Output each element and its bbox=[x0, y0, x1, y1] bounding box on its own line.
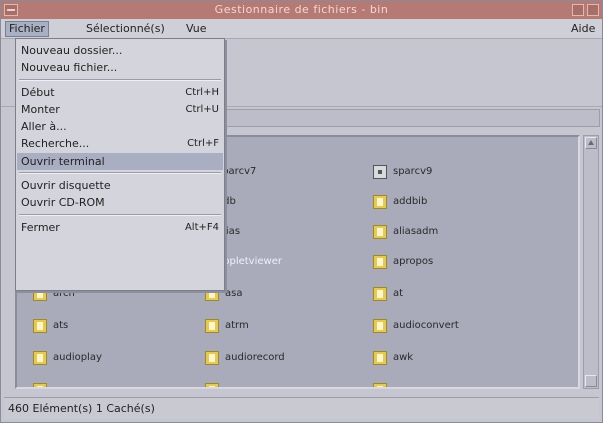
menu-item-search[interactable]: Recherche... Ctrl+F bbox=[17, 135, 223, 152]
file-name: audioconvert bbox=[393, 320, 459, 331]
file-name: appletviewer bbox=[217, 256, 282, 267]
menu-item-label: Recherche... bbox=[21, 137, 90, 150]
menu-item-label: Ouvrir CD-ROM bbox=[21, 196, 105, 209]
file-icon bbox=[205, 319, 219, 333]
menu-item-shortcut: Alt+F4 bbox=[184, 222, 219, 233]
menu-item-label: Fermer bbox=[21, 221, 60, 234]
file-icon bbox=[33, 351, 47, 365]
menu-item-label: Ouvrir terminal bbox=[21, 155, 105, 168]
file-name: aliasadm bbox=[393, 226, 439, 237]
file-icon bbox=[373, 351, 387, 365]
file-name: audiorecord bbox=[225, 352, 285, 363]
menu-item-label: Ouvrir disquette bbox=[21, 179, 111, 192]
menu-item-shortcut: Ctrl+F bbox=[187, 138, 219, 149]
maximize-icon[interactable] bbox=[587, 4, 599, 16]
menu-item-open-terminal[interactable]: Ouvrir terminal bbox=[17, 153, 223, 170]
scroll-down-icon[interactable] bbox=[585, 375, 597, 387]
menu-selected[interactable]: Sélectionné(s) bbox=[83, 21, 168, 37]
menu-bar: Fichier Sélectionné(s) Vue Aide bbox=[1, 19, 602, 39]
menu-item-open-cdrom[interactable]: Ouvrir CD-ROM bbox=[17, 194, 223, 211]
file-manager-window: Gestionnaire de fichiers - bin Fichier S… bbox=[0, 0, 603, 423]
file-icon bbox=[205, 383, 219, 387]
menu-separator bbox=[19, 214, 221, 216]
menu-item-label: Aller à... bbox=[21, 120, 67, 133]
file-name: sparcv9 bbox=[393, 166, 433, 177]
menu-item-open-floppy[interactable]: Ouvrir disquette bbox=[17, 177, 223, 194]
menu-item-new-folder[interactable]: Nouveau dossier... bbox=[17, 42, 223, 59]
file-icon bbox=[373, 287, 387, 301]
window-menu-icon[interactable] bbox=[4, 4, 18, 16]
status-bar: 460 Elément(s) 1 Caché(s) bbox=[4, 397, 599, 419]
file-menu-dropdown: Nouveau dossier... Nouveau fichier... Dé… bbox=[15, 38, 225, 291]
menu-item-home[interactable]: Début Ctrl+H bbox=[17, 84, 223, 101]
file-name: asa bbox=[225, 288, 243, 299]
file-icon bbox=[373, 255, 387, 269]
menu-item-close[interactable]: Fermer Alt+F4 bbox=[17, 219, 223, 236]
file-name: atrm bbox=[225, 320, 249, 331]
file-name: ats bbox=[53, 320, 69, 331]
menu-item-shortcut: Ctrl+U bbox=[185, 104, 220, 115]
menu-separator bbox=[19, 79, 221, 81]
file-icon bbox=[33, 383, 47, 387]
menu-help[interactable]: Aide bbox=[568, 21, 598, 37]
scroll-up-icon[interactable] bbox=[585, 137, 597, 149]
folder-selected-icon bbox=[373, 165, 387, 179]
menu-item-up[interactable]: Monter Ctrl+U bbox=[17, 101, 223, 118]
file-icon bbox=[33, 319, 47, 333]
path-bar bbox=[225, 109, 600, 127]
title-bar[interactable]: Gestionnaire de fichiers - bin bbox=[1, 1, 602, 19]
file-icon bbox=[205, 351, 219, 365]
file-name: at bbox=[393, 288, 404, 299]
window-title: Gestionnaire de fichiers - bin bbox=[214, 3, 389, 16]
menu-item-label: Nouveau fichier... bbox=[21, 61, 118, 74]
menu-file[interactable]: Fichier bbox=[5, 21, 49, 37]
minimize-icon[interactable] bbox=[572, 4, 584, 16]
menu-item-label: Nouveau dossier... bbox=[21, 44, 123, 57]
file-name: audioplay bbox=[53, 352, 102, 363]
menu-item-shortcut: Ctrl+H bbox=[185, 87, 219, 98]
menu-item-label: Début bbox=[21, 86, 55, 99]
file-icon bbox=[373, 383, 387, 387]
menu-item-label: Monter bbox=[21, 103, 60, 116]
vertical-scrollbar[interactable] bbox=[583, 135, 599, 389]
status-text: 460 Elément(s) 1 Caché(s) bbox=[8, 402, 155, 415]
file-icon bbox=[373, 195, 387, 209]
file-icon bbox=[373, 225, 387, 239]
menu-item-new-file[interactable]: Nouveau fichier... bbox=[17, 59, 223, 76]
file-name: apropos bbox=[393, 256, 434, 267]
menu-view[interactable]: Vue bbox=[183, 21, 210, 37]
file-icon bbox=[373, 319, 387, 333]
file-name: awk bbox=[393, 352, 414, 363]
menu-item-go-to[interactable]: Aller à... bbox=[17, 118, 223, 135]
menu-separator bbox=[19, 172, 221, 174]
file-name: addbib bbox=[393, 196, 428, 207]
